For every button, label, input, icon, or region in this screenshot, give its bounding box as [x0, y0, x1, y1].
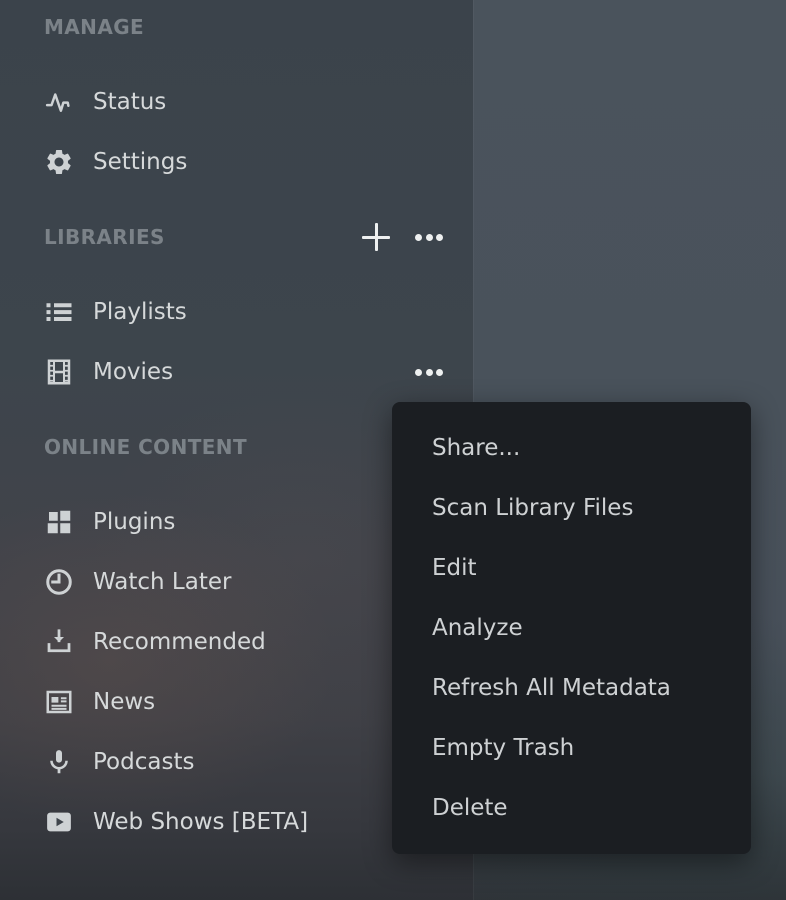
- activity-icon: [44, 87, 74, 117]
- movies-context-menu: Share... Scan Library Files Edit Analyze…: [392, 402, 751, 854]
- video-play-icon: [44, 807, 74, 837]
- microphone-icon: [44, 747, 74, 777]
- section-title: LIBRARIES: [44, 225, 361, 249]
- film-icon: [44, 357, 74, 387]
- menu-item-analyze[interactable]: Analyze: [392, 598, 751, 658]
- sidebar-item-label: Playlists: [93, 299, 443, 325]
- menu-item-scan-library-files[interactable]: Scan Library Files: [392, 478, 751, 538]
- sidebar-item-label: Podcasts: [93, 749, 443, 775]
- sidebar-item-label: Status: [93, 89, 443, 115]
- add-library-button plus-icon[interactable]: [361, 222, 391, 252]
- sidebar-item-settings[interactable]: Settings: [0, 132, 473, 192]
- sidebar-item-status[interactable]: Status: [0, 72, 473, 132]
- sidebar-item-label: Movies: [93, 359, 415, 385]
- sidebar-item-label: Recommended: [93, 629, 443, 655]
- menu-item-delete[interactable]: Delete: [392, 778, 751, 838]
- movies-more-button more-horizontal-icon[interactable]: [415, 357, 443, 387]
- section-header-libraries: LIBRARIES: [0, 222, 473, 252]
- section-header-manage: MANAGE: [0, 12, 473, 42]
- newspaper-icon: [44, 687, 74, 717]
- sidebar-item-label: Watch Later: [93, 569, 443, 595]
- sidebar-item-label: Settings: [93, 149, 443, 175]
- section-title: ONLINE CONTENT: [44, 435, 443, 459]
- menu-item-edit[interactable]: Edit: [392, 538, 751, 598]
- sidebar-item-movies[interactable]: Movies: [0, 342, 473, 402]
- clock-icon: [44, 567, 74, 597]
- download-icon: [44, 627, 74, 657]
- menu-item-empty-trash[interactable]: Empty Trash: [392, 718, 751, 778]
- menu-item-share[interactable]: Share...: [392, 418, 751, 478]
- gear-icon: [44, 147, 74, 177]
- section-title: MANAGE: [44, 15, 443, 39]
- sidebar-item-label: Web Shows [BETA]: [93, 809, 443, 835]
- sidebar-item-playlists[interactable]: Playlists: [0, 282, 473, 342]
- playlist-icon: [44, 297, 74, 327]
- libraries-more-button more-horizontal-icon[interactable]: [415, 222, 443, 252]
- sidebar-item-label: Plugins: [93, 509, 443, 535]
- sidebar-item-label: News: [93, 689, 443, 715]
- plugins-grid-icon: [44, 507, 74, 537]
- menu-item-refresh-all-metadata[interactable]: Refresh All Metadata: [392, 658, 751, 718]
